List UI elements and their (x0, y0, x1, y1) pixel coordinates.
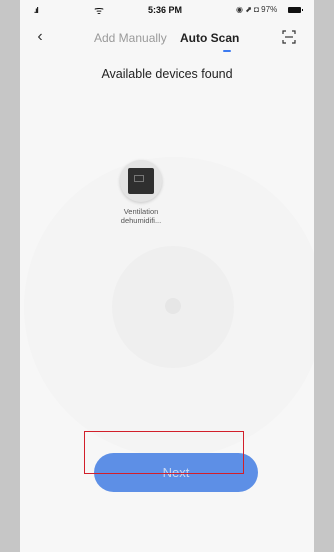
signal-icon: .ıl (34, 6, 39, 15)
phone-screen: .ıl ᯤ 5:36 PM ◉ ⬈ ◘ 97% ‹ Add Manually A… (20, 0, 314, 552)
back-button[interactable]: ‹ (30, 26, 50, 48)
device-label: Ventilation dehumidifi... (120, 207, 162, 225)
nav-bar: ‹ Add Manually Auto Scan (20, 22, 314, 54)
wifi-icon: ᯤ (94, 5, 105, 17)
status-time: 5:36 PM (148, 5, 183, 15)
device-thumbnail[interactable] (120, 160, 162, 202)
tab-add-manually[interactable]: Add Manually (94, 31, 167, 45)
found-device[interactable]: Ventilation dehumidifi... (84, 160, 162, 225)
page-title: Available devices found (101, 67, 233, 81)
tab-auto-scan[interactable]: Auto Scan (180, 31, 239, 45)
radar-center-icon (165, 298, 181, 314)
device-image-icon (128, 168, 154, 194)
status-bar: .ıl ᯤ 5:36 PM ◉ ⬈ ◘ 97% (20, 0, 314, 22)
screenshot-frame: .ıl ᯤ 5:36 PM ◉ ⬈ ◘ 97% ‹ Add Manually A… (0, 0, 334, 552)
highlight-box (84, 431, 244, 474)
battery-icon (288, 7, 303, 13)
status-indicators: ◉ ⬈ ◘ 97% (236, 5, 278, 14)
active-tab-indicator (223, 50, 231, 52)
scan-qr-icon[interactable] (282, 30, 296, 44)
